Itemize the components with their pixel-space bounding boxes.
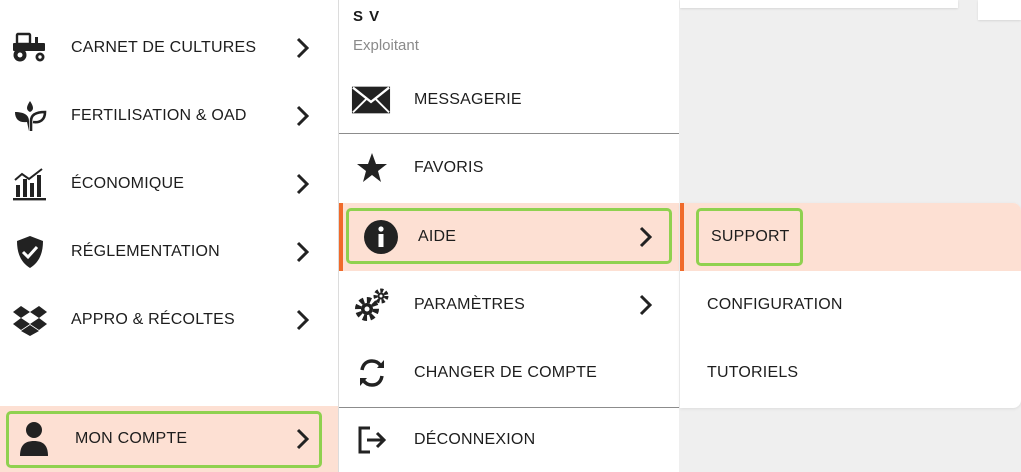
menu-item-label: FAVORIS bbox=[414, 159, 484, 176]
menu-item-configuration[interactable]: CONFIGURATION bbox=[680, 271, 1021, 339]
menu-item-label: PARAMÈTRES bbox=[414, 296, 526, 313]
chevron-right-icon bbox=[292, 104, 312, 128]
menu-item-deconnexion[interactable]: DÉCONNEXION bbox=[339, 408, 679, 472]
chevron-right-icon bbox=[292, 36, 312, 60]
star-icon bbox=[352, 148, 392, 188]
sync-icon bbox=[352, 353, 392, 393]
seedling-icon bbox=[10, 96, 50, 136]
highlight-outline bbox=[346, 208, 672, 264]
background-card bbox=[680, 0, 958, 8]
chevron-right-icon bbox=[292, 308, 312, 332]
menu-item-label: CHANGER DE COMPTE bbox=[414, 364, 597, 381]
menu-item-label: ÉCONOMIQUE bbox=[71, 175, 185, 192]
sign-out-icon bbox=[352, 420, 392, 460]
menu-item-label: TUTORIELS bbox=[707, 364, 799, 381]
menu-item-label: FERTILISATION & OAD bbox=[71, 107, 247, 124]
gears-icon bbox=[352, 285, 392, 325]
menu-item-fertilisation[interactable]: FERTILISATION & OAD bbox=[0, 82, 338, 150]
chevron-right-icon bbox=[635, 293, 655, 317]
chevron-right-icon bbox=[292, 172, 312, 196]
envelope-icon bbox=[351, 80, 391, 120]
menu-item-economique[interactable]: ÉCONOMIQUE bbox=[0, 150, 338, 218]
account-menu: S V Exploitant MESSAGERIE FAVORIS AIDE P… bbox=[338, 0, 679, 472]
highlight-outline bbox=[6, 411, 322, 468]
main-menu: CARNET DE CULTURES FERTILISATION & OAD É… bbox=[0, 0, 338, 472]
tractor-icon bbox=[10, 28, 50, 68]
menu-item-messagerie[interactable]: MESSAGERIE bbox=[339, 66, 679, 134]
user-role: Exploitant bbox=[353, 37, 419, 54]
bar-chart-icon bbox=[10, 164, 50, 204]
menu-item-carnet-de-cultures[interactable]: CARNET DE CULTURES bbox=[0, 14, 338, 82]
menu-item-favoris[interactable]: FAVORIS bbox=[339, 134, 679, 202]
menu-item-parametres[interactable]: PARAMÈTRES bbox=[339, 271, 679, 339]
menu-item-label: DÉCONNEXION bbox=[414, 431, 536, 448]
menu-item-changer-de-compte[interactable]: CHANGER DE COMPTE bbox=[339, 339, 679, 407]
menu-item-reglementation[interactable]: RÉGLEMENTATION bbox=[0, 218, 338, 286]
menu-item-label: CARNET DE CULTURES bbox=[71, 39, 257, 56]
shield-check-icon bbox=[10, 232, 50, 272]
highlight-outline bbox=[696, 208, 803, 266]
menu-item-label: RÉGLEMENTATION bbox=[71, 243, 220, 260]
dropbox-icon bbox=[10, 300, 50, 340]
help-menu: SUPPORT CONFIGURATION TUTORIELS bbox=[680, 203, 1021, 408]
menu-item-label: APPRO & RÉCOLTES bbox=[71, 311, 235, 328]
user-name: S V bbox=[353, 8, 381, 25]
menu-item-appro-recoltes[interactable]: APPRO & RÉCOLTES bbox=[0, 286, 338, 354]
menu-item-tutoriels[interactable]: TUTORIELS bbox=[680, 339, 1021, 407]
chevron-right-icon bbox=[292, 240, 312, 264]
menu-item-label: MESSAGERIE bbox=[414, 91, 522, 108]
menu-item-label: CONFIGURATION bbox=[707, 296, 843, 313]
background-card bbox=[978, 0, 1021, 20]
